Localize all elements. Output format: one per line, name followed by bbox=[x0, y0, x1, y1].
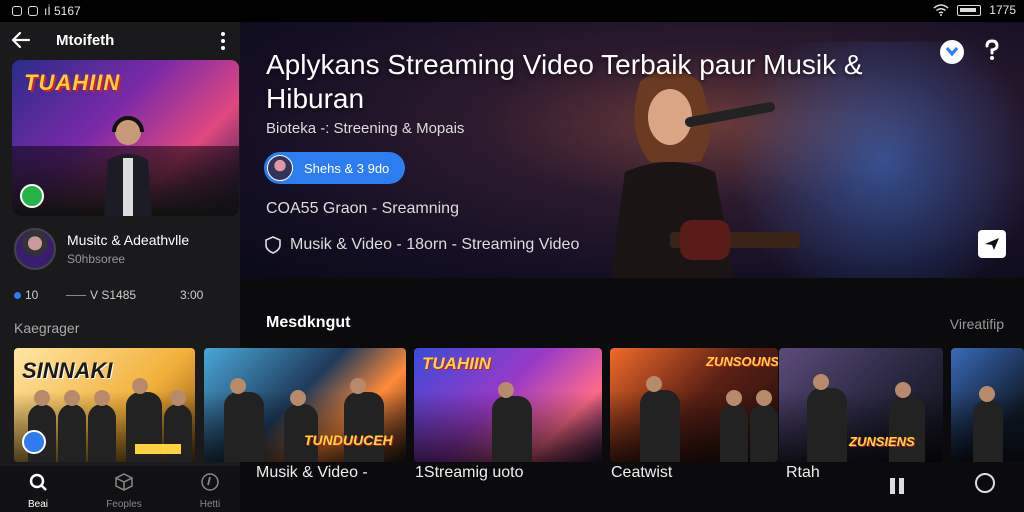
hero-title: Aplykans Streaming Video Terbaik paur Mu… bbox=[266, 49, 863, 114]
share-button[interactable] bbox=[978, 230, 1006, 258]
notification-icon-2 bbox=[28, 6, 38, 16]
stat-likes[interactable]: 10 bbox=[14, 288, 38, 302]
stat-duration: 3:00 bbox=[180, 288, 204, 302]
featured-thumb-title: TUAHIIN bbox=[24, 70, 121, 95]
featured-video-thumbnail[interactable]: TUAHIIN bbox=[12, 60, 239, 216]
nav-item-hetti[interactable]: Hetti bbox=[180, 470, 240, 510]
artist-name: Musitc & Adeathvlle bbox=[67, 232, 190, 248]
section-title: Mesdkngut bbox=[266, 314, 351, 331]
channel-chip[interactable]: Shehs & 3 9do bbox=[264, 152, 406, 184]
shield-icon bbox=[265, 236, 281, 254]
left-panel-header: Mtoifeth bbox=[0, 22, 240, 58]
video-card[interactable]: ZUNSOUNS bbox=[610, 348, 778, 462]
card-title: SINNAKI bbox=[22, 358, 113, 383]
status-left: ıİ 5167 bbox=[12, 4, 81, 18]
chat-icon[interactable] bbox=[938, 38, 966, 66]
artist-subtitle: S0hbsoree bbox=[67, 252, 126, 266]
battery-icon bbox=[957, 4, 982, 16]
singer-graphic bbox=[104, 116, 152, 216]
compass-icon bbox=[201, 473, 219, 491]
play-icon[interactable] bbox=[22, 430, 46, 454]
card-title: TUAHIIN bbox=[422, 354, 491, 373]
more-menu-icon[interactable] bbox=[216, 30, 230, 52]
card-caption: Rtah bbox=[786, 464, 820, 481]
pause-icon[interactable] bbox=[888, 476, 906, 496]
like-dot-icon bbox=[14, 291, 21, 299]
hero-meta-2: Musik & Video - 18orn - Streaming Video bbox=[264, 236, 579, 254]
left-panel-title: Mtoifeth bbox=[56, 32, 115, 49]
card-caption: Musik & Video - bbox=[256, 464, 368, 481]
home-circle-icon[interactable] bbox=[975, 473, 995, 493]
video-card[interactable]: TUAHIIN bbox=[414, 348, 602, 462]
card-title: ZUNSIENS bbox=[849, 434, 915, 449]
channel-chip-label: Shehs & 3 9do bbox=[304, 160, 390, 176]
channel-avatar bbox=[267, 155, 293, 181]
stat-views: V S1485 bbox=[66, 288, 136, 302]
status-right: 1775 bbox=[933, 3, 1016, 17]
nav-label: Beai bbox=[27, 499, 48, 510]
notification-icon bbox=[12, 6, 22, 16]
wifi-icon bbox=[933, 4, 949, 16]
card-title: TUNDUUCEH bbox=[304, 432, 393, 448]
verified-badge-icon bbox=[20, 184, 44, 208]
artist-avatar[interactable] bbox=[14, 228, 56, 270]
cube-icon bbox=[115, 473, 133, 491]
video-card[interactable]: TUNDUUCEH bbox=[204, 348, 406, 462]
card-tag bbox=[135, 444, 181, 454]
status-time: 1775 bbox=[989, 3, 1016, 17]
hero-banner[interactable]: Aplykans Streaming Video Terbaik paur Mu… bbox=[240, 22, 1024, 278]
video-card[interactable] bbox=[951, 348, 1024, 462]
search-icon bbox=[29, 473, 47, 491]
back-arrow-icon[interactable] bbox=[10, 29, 32, 51]
nav-item-feoples[interactable]: Feoples bbox=[94, 470, 154, 510]
plane-icon bbox=[985, 238, 999, 250]
nav-label: Feoples bbox=[106, 499, 142, 510]
hero-subtitle: Bioteka -: Streening & Mopais bbox=[266, 120, 465, 137]
status-left-text: ıİ 5167 bbox=[44, 4, 81, 18]
video-card[interactable]: SINNAKI bbox=[14, 348, 195, 462]
stats-row: 10 V S1485 3:00 bbox=[14, 288, 234, 306]
nav-item-search[interactable]: Beai bbox=[8, 470, 68, 510]
video-card[interactable]: ZUNSIENS bbox=[779, 348, 943, 462]
artist-row[interactable]: Musitc & Adeathvlle S0hbsoree bbox=[14, 228, 234, 272]
nav-label: Hetti bbox=[199, 499, 221, 510]
card-caption: 1Streamig uoto bbox=[415, 464, 524, 481]
hero-meta: COA55 Graon - Sreamning bbox=[266, 200, 459, 217]
status-bar: ıİ 5167 1775 bbox=[0, 0, 1024, 22]
bottom-navigation: Beai Feoples Hetti bbox=[0, 466, 240, 512]
card-caption: Ceatwist bbox=[611, 464, 673, 481]
left-section-label: Kaegrager bbox=[14, 320, 80, 336]
see-all-link[interactable]: Vireatifip bbox=[950, 316, 1004, 332]
help-icon[interactable] bbox=[980, 38, 1004, 62]
card-title: ZUNSOUNS bbox=[706, 354, 778, 369]
